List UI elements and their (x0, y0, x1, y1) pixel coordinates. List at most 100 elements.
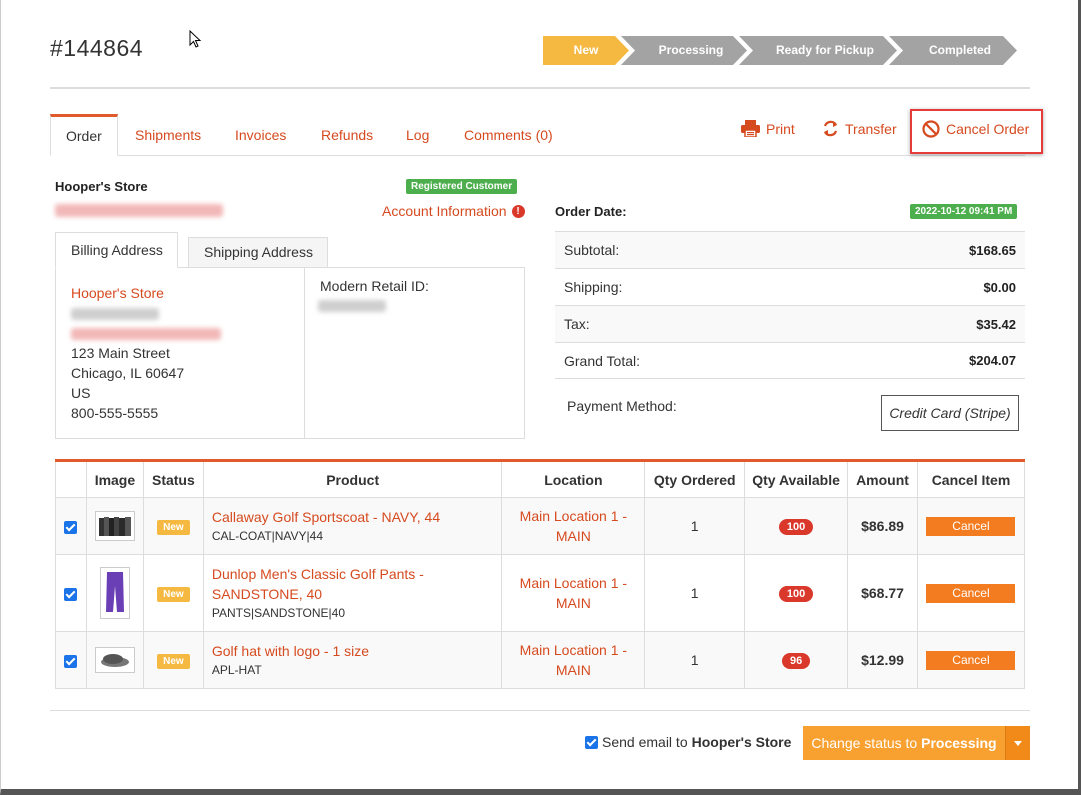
tab-order[interactable]: Order (50, 114, 118, 156)
order-date-label: Order Date: (555, 204, 627, 219)
footer-divider (50, 710, 1030, 711)
registered-customer-badge: Registered Customer (406, 179, 518, 194)
cancel-item-button[interactable]: Cancel (926, 583, 1016, 603)
tab-refunds[interactable]: Refunds (321, 114, 373, 156)
tab-shipments[interactable]: Shipments (135, 114, 201, 156)
chevron-down-icon[interactable] (1005, 726, 1030, 760)
row-product-cell: Dunlop Men's Classic Golf Pants - SANDST… (202, 554, 503, 632)
billing-country: US (71, 385, 91, 401)
row-location[interactable]: Main Location 1 - MAIN (501, 631, 646, 689)
row-product-cell: Callaway Golf Sportscoat - NAVY, 44 CAL-… (202, 497, 503, 555)
row-select-cell (55, 631, 87, 689)
row-select-cell (55, 497, 87, 555)
row-status-cell: New (142, 497, 204, 555)
pants-thumbnail-icon (99, 567, 130, 619)
status-badge: New (157, 587, 190, 602)
header-select (55, 460, 87, 498)
customer-store-name: Hooper's Store (55, 179, 148, 194)
step-processing: Processing (621, 36, 747, 65)
row-checkbox[interactable] (64, 520, 78, 534)
summary-row-subtotal: Subtotal: $168.65 (555, 231, 1025, 268)
product-sku: CAL-COAT|NAVY|44 (211, 529, 324, 543)
send-email-checkbox[interactable] (585, 735, 598, 749)
row-status-cell: New (142, 554, 204, 632)
product-sku: APL-HAT (211, 663, 262, 677)
row-location[interactable]: Main Location 1 - MAIN (501, 554, 646, 632)
step-new: New (543, 36, 629, 65)
row-image-cell (85, 497, 144, 555)
hat-thumbnail-icon (94, 647, 135, 673)
header-status: Status (142, 460, 204, 498)
ban-icon (922, 120, 940, 138)
transfer-button[interactable]: Transfer (822, 120, 897, 137)
cancel-order-label: Cancel Order (946, 121, 1030, 137)
tab-comments[interactable]: Comments (0) (464, 114, 553, 156)
step-ready-for-pickup: Ready for Pickup (739, 36, 897, 65)
row-product-cell: Golf hat with logo - 1 size APL-HAT (202, 631, 503, 689)
tab-billing-address[interactable]: Billing Address (55, 232, 178, 268)
header-qty-available: Qty Available (744, 460, 849, 498)
billing-email-redacted (71, 328, 221, 340)
row-status-cell: New (142, 631, 204, 689)
billing-address-panel: Hooper's Store 123 Main Street Chicago, … (55, 267, 525, 439)
step-completed: Completed (889, 36, 1017, 65)
tab-shipping-address[interactable]: Shipping Address (188, 237, 328, 268)
change-status-label[interactable]: Change status to Processing (803, 726, 1005, 760)
address-panel-divider (304, 268, 305, 438)
status-steps: New Processing Ready for Pickup Complete… (543, 36, 1009, 65)
info-icon: ! (511, 204, 525, 218)
row-qty-ordered: 1 (644, 497, 746, 555)
billing-contact-redacted (71, 308, 159, 320)
refresh-arrows-icon (823, 120, 838, 137)
modern-retail-id-label: Modern Retail ID: (320, 278, 429, 294)
modern-retail-id-redacted (318, 300, 386, 312)
qty-available-badge: 100 (778, 586, 814, 602)
items-header-row: Image Status Product Location Qty Ordere… (55, 460, 1026, 498)
send-email-target: Hooper's Store (691, 734, 792, 750)
summary-row-tax: Tax: $35.42 (555, 305, 1025, 342)
send-email-label: Send email to (602, 734, 688, 750)
row-qty-available-cell: 100 (744, 497, 849, 555)
customer-email-redacted (55, 204, 223, 217)
cancel-order-button[interactable]: Cancel Order (922, 120, 1029, 138)
row-qty-available-cell: 96 (744, 631, 849, 689)
header-image: Image (85, 460, 144, 498)
row-cancel-cell: Cancel (916, 631, 1026, 689)
billing-city: Chicago, IL 60647 (71, 365, 185, 381)
product-link[interactable]: Dunlop Men's Classic Golf Pants - SANDST… (212, 564, 502, 604)
status-badge: New (157, 520, 190, 535)
row-checkbox[interactable] (64, 587, 78, 601)
print-label: Print (766, 120, 795, 137)
summary-row-shipping: Shipping: $0.00 (555, 268, 1025, 305)
row-cancel-cell: Cancel (916, 554, 1026, 632)
billing-name: Hooper's Store (71, 285, 164, 301)
billing-phone: 800-555-5555 (71, 405, 159, 421)
table-row: New Dunlop Men's Classic Golf Pants - SA… (55, 554, 1026, 632)
order-number: #144864 (50, 35, 144, 61)
row-image-cell (85, 554, 144, 632)
product-link[interactable]: Golf hat with logo - 1 size (212, 641, 502, 661)
print-button[interactable]: Print (741, 120, 795, 137)
transfer-label: Transfer (845, 120, 897, 137)
payment-method-label: Payment Method: (567, 398, 677, 414)
product-link[interactable]: Callaway Golf Sportscoat - NAVY, 44 (212, 507, 502, 527)
table-row: New Golf hat with logo - 1 size APL-HAT … (55, 631, 1026, 689)
printer-icon (741, 120, 760, 137)
table-row: New Callaway Golf Sportscoat - NAVY, 44 … (55, 497, 1026, 555)
change-status-button[interactable]: Change status to Processing (803, 726, 1030, 760)
send-email-option: Send email to Hooper's Store (585, 734, 791, 750)
row-amount: $68.77 (847, 554, 918, 632)
header-divider (50, 87, 1030, 89)
product-sku: PANTS|SANDSTONE|40 (211, 606, 346, 620)
row-select-cell (55, 554, 87, 632)
cancel-item-button[interactable]: Cancel (926, 650, 1016, 670)
cancel-item-button[interactable]: Cancel (926, 516, 1016, 536)
row-cancel-cell: Cancel (916, 497, 1026, 555)
tab-log[interactable]: Log (406, 114, 429, 156)
tab-invoices[interactable]: Invoices (235, 114, 286, 156)
account-information-link[interactable]: Account Information ! (382, 203, 525, 219)
row-location[interactable]: Main Location 1 - MAIN (501, 497, 646, 555)
row-checkbox[interactable] (64, 654, 78, 668)
header-amount: Amount (847, 460, 918, 498)
account-information-label: Account Information (382, 203, 507, 219)
